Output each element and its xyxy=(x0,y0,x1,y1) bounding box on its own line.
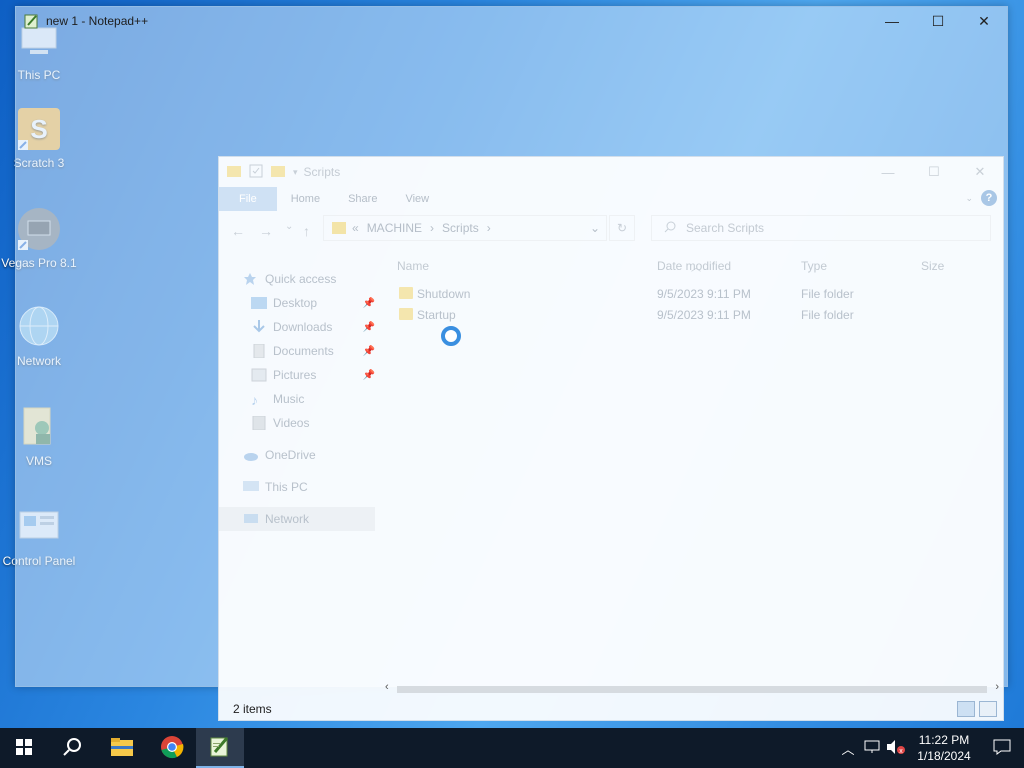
notepad-title-bar[interactable]: new 1 - Notepad++ xyxy=(16,7,1007,35)
taskbar-notepad-plus-plus[interactable] xyxy=(196,728,244,768)
nav-network[interactable]: Network xyxy=(219,507,375,531)
notepad-close-button[interactable]: ✕ xyxy=(961,7,1007,35)
video-icon xyxy=(251,415,267,431)
show-hidden-icons-icon[interactable]: ︿ xyxy=(836,739,860,758)
system-tray: ︿ x 11:22 PM 1/18/2024 xyxy=(836,728,1024,768)
desktop-icon xyxy=(251,296,267,310)
explorer-window-title: Scripts xyxy=(303,165,341,179)
taskbar: ︿ x 11:22 PM 1/18/2024 xyxy=(0,728,1024,768)
notepad-minimize-button[interactable]: — xyxy=(869,7,915,35)
file-explorer-window[interactable]: ▾ Scripts — ☐ ✕ File Home Share View ⌄ ?… xyxy=(218,156,1004,721)
pin-icon: 📌 xyxy=(362,321,375,333)
refresh-button[interactable]: ↻ xyxy=(609,215,635,241)
star-icon xyxy=(243,272,259,286)
document-icon xyxy=(251,343,267,359)
nav-videos[interactable]: Videos xyxy=(219,411,379,435)
recent-locations-button[interactable]: ⌄ xyxy=(285,221,293,232)
up-button[interactable]: ↑ xyxy=(303,223,310,239)
nav-onedrive[interactable]: OneDrive xyxy=(219,443,379,467)
address-bar[interactable]: « MACHINE › Scripts › ⌄ xyxy=(323,215,607,241)
notepad-window-title: new 1 - Notepad++ xyxy=(46,14,149,28)
network-status-icon[interactable] xyxy=(860,740,884,757)
details-view-button[interactable] xyxy=(957,701,975,717)
explorer-title-bar[interactable]: ▾ Scripts — ☐ ✕ xyxy=(219,157,1003,187)
help-icon[interactable]: ? xyxy=(981,190,997,206)
breadcrumb-machine[interactable]: MACHINE xyxy=(367,221,422,235)
item-count: 2 items xyxy=(233,702,272,716)
explorer-minimize-button[interactable]: — xyxy=(865,157,911,187)
address-folder-icon xyxy=(332,222,346,234)
music-icon: ♪ xyxy=(251,392,258,408)
customize-quick-access-icon[interactable]: ▾ xyxy=(293,167,298,178)
nav-downloads[interactable]: Downloads 📌 xyxy=(219,315,379,339)
scrollbar-thumb[interactable] xyxy=(397,686,987,693)
network-icon xyxy=(243,512,259,526)
explorer-close-button[interactable]: ✕ xyxy=(957,157,1003,187)
column-header-name[interactable]: Name xyxy=(397,259,429,273)
clock-date: 1/18/2024 xyxy=(917,749,971,763)
file-row[interactable]: Shutdown 9/5/2023 9:11 PM File folder xyxy=(395,285,1003,305)
nav-music[interactable]: ♪ Music xyxy=(219,387,379,411)
navigation-pane: Quick access Desktop 📌 Downloads 📌 Docum… xyxy=(219,267,379,531)
search-icon xyxy=(664,221,676,236)
folder-icon xyxy=(227,165,241,180)
volume-muted-icon[interactable]: x xyxy=(884,739,908,758)
tab-file[interactable]: File xyxy=(219,187,277,211)
taskbar-file-explorer[interactable] xyxy=(98,728,146,768)
tab-view[interactable]: View xyxy=(391,187,443,211)
desktop: This PC S Scratch 3 Vegas Pro 8.1 Networ… xyxy=(0,0,1024,728)
search-input[interactable]: Search Scripts xyxy=(651,215,991,241)
horizontal-scrollbar[interactable]: ‹ › xyxy=(383,681,1001,695)
column-header-size[interactable]: Size xyxy=(921,259,944,273)
notepad-maximize-button[interactable]: ☐ xyxy=(915,7,961,35)
nav-this-pc[interactable]: This PC xyxy=(219,475,379,499)
cloud-icon xyxy=(243,448,259,462)
expand-ribbon-icon[interactable]: ⌄ xyxy=(965,193,973,204)
forward-button[interactable]: → xyxy=(259,223,273,239)
large-icons-view-button[interactable] xyxy=(979,701,997,717)
search-icon xyxy=(62,737,82,760)
taskbar-search-button[interactable] xyxy=(48,728,96,768)
notepad-plus-plus-icon xyxy=(209,735,231,760)
svg-text:x: x xyxy=(899,748,903,755)
notepad-plus-plus-icon xyxy=(24,13,40,29)
picture-icon xyxy=(251,368,267,382)
pin-icon: 📌 xyxy=(362,369,375,381)
folder-icon xyxy=(399,287,413,299)
pin-icon: 📌 xyxy=(362,345,375,357)
busy-cursor-icon xyxy=(441,326,461,346)
new-folder-icon[interactable] xyxy=(271,165,285,180)
explorer-maximize-button[interactable]: ☐ xyxy=(911,157,957,187)
folder-icon xyxy=(399,308,413,320)
column-header-type[interactable]: Type xyxy=(801,259,827,273)
download-icon xyxy=(251,320,267,334)
status-bar: 2 items xyxy=(219,697,1003,721)
address-dropdown-icon[interactable]: ⌄ xyxy=(590,221,600,235)
properties-icon[interactable] xyxy=(249,164,263,181)
nav-desktop[interactable]: Desktop 📌 xyxy=(219,291,379,315)
tab-home[interactable]: Home xyxy=(277,187,334,211)
pin-icon: 📌 xyxy=(362,297,375,309)
file-row[interactable]: Startup 9/5/2023 9:11 PM File folder xyxy=(395,306,1003,326)
nav-quick-access[interactable]: Quick access xyxy=(219,267,379,291)
column-header-date[interactable]: Date modified xyxy=(657,259,731,273)
folder-icon xyxy=(111,737,133,759)
nav-documents[interactable]: Documents 📌 xyxy=(219,339,379,363)
clock-time: 11:22 PM xyxy=(918,733,970,747)
computer-icon xyxy=(243,480,259,494)
nav-pictures[interactable]: Pictures 📌 xyxy=(219,363,379,387)
tab-share[interactable]: Share xyxy=(334,187,391,211)
action-center-icon[interactable] xyxy=(980,739,1024,758)
windows-start-icon xyxy=(16,738,32,758)
scroll-left-icon[interactable]: ‹ xyxy=(385,681,389,693)
start-button[interactable] xyxy=(0,728,48,768)
back-button[interactable]: ← xyxy=(231,223,245,239)
column-headers: ︿ Name Date modified Type Size xyxy=(395,257,1003,277)
taskbar-clock[interactable]: 11:22 PM 1/18/2024 xyxy=(908,732,980,764)
taskbar-chrome[interactable] xyxy=(148,728,196,768)
scroll-right-icon[interactable]: › xyxy=(995,681,999,693)
ribbon-tabs: File Home Share View xyxy=(219,187,1003,211)
chrome-icon xyxy=(160,735,184,762)
breadcrumb-scripts[interactable]: Scripts xyxy=(442,221,479,235)
